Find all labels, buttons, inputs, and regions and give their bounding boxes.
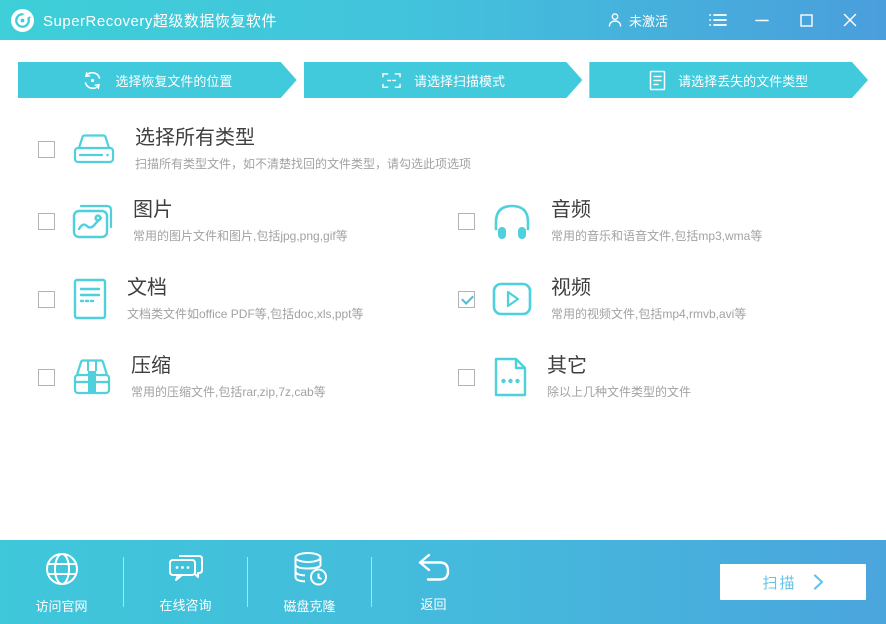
checkbox-document[interactable] [38,290,55,308]
step-label: 选择恢复文件的位置 [115,73,233,89]
file-type-card-archive[interactable]: 压缩 常用的压缩文件,包括rar,zip,7z,cab等 [38,354,458,400]
document-step-icon [649,70,666,91]
image-icon [69,199,117,243]
disk-clone-icon [294,552,327,586]
file-type-card-image[interactable]: 图片 常用的图片文件和图片,包括jpg,png,gif等 [38,198,458,244]
app-window: SuperRecovery超级数据恢复软件 未激活 选择恢复文件的位置 请选择扫… [0,0,886,624]
activation-status[interactable]: 未激活 [607,11,668,30]
file-type-desc: 文档类文件如office PDF等,包括doc,xls,ppt等 [127,307,364,321]
activation-label: 未激活 [628,13,668,29]
file-type-card-all[interactable]: 选择所有类型 扫描所有类型文件，如不清楚找回的文件类型，请勾选此项选项 [38,126,886,172]
user-icon [608,13,622,27]
file-type-title: 选择所有类型 [135,127,255,149]
checkbox-image[interactable] [38,212,55,230]
file-type-card-document[interactable]: 文档 文档类文件如office PDF等,包括doc,xls,ppt等 [38,276,458,322]
scan-button[interactable]: 扫描 [720,564,866,600]
file-type-desc: 常用的压缩文件,包括rar,zip,7z,cab等 [131,385,326,399]
file-type-desc: 扫描所有类型文件，如不清楚找回的文件类型，请勾选此项选项 [135,157,472,171]
minimize-button[interactable] [740,0,784,40]
minimize-icon [755,19,769,22]
step-label: 请选择丢失的文件类型 [678,73,809,89]
file-type-desc: 除以上几种文件类型的文件 [547,385,692,399]
step-scan-mode[interactable]: 请选择扫描模式 [304,62,583,98]
step-file-types[interactable]: 请选择丢失的文件类型 [589,62,868,98]
document-icon [69,276,111,322]
file-type-card-other[interactable]: 其它 除以上几种文件类型的文件 [458,354,886,400]
file-type-title: 其它 [547,355,587,377]
menu-button[interactable] [696,0,740,40]
disk-clone-button[interactable]: 磁盘克隆 [248,540,371,624]
app-logo-icon [10,8,35,32]
footer-item-label: 返回 [420,597,447,612]
headphones-icon [489,199,535,243]
close-button[interactable] [828,0,872,40]
close-icon [843,13,857,27]
file-type-title: 音频 [551,199,591,221]
step-wizard: 选择恢复文件的位置 请选择扫描模式 请选择丢失的文件类型 [18,62,868,98]
recovery-icon [82,70,103,91]
file-type-title: 压缩 [131,355,171,377]
list-menu-icon [709,14,727,26]
checkbox-audio[interactable] [458,212,475,230]
footer-item-label: 访问官网 [35,599,88,614]
file-type-grid: 图片 常用的图片文件和图片,包括jpg,png,gif等 音频 常用的音乐和语音… [38,198,886,400]
maximize-icon [799,13,813,27]
titlebar: SuperRecovery超级数据恢复软件 未激活 [0,0,886,40]
step-label: 请选择扫描模式 [414,73,506,89]
checkbox-other[interactable] [458,368,475,386]
file-type-desc: 常用的图片文件和图片,包括jpg,png,gif等 [133,229,348,243]
checkbox-all-types[interactable] [38,140,55,158]
checkbox-archive[interactable] [38,368,55,386]
file-type-title: 视频 [551,277,591,299]
file-type-desc: 常用的音乐和语音文件,包括mp3,wma等 [551,229,763,243]
scan-button-label: 扫描 [762,574,797,592]
chat-icon [168,555,203,581]
file-type-card-video[interactable]: 视频 常用的视频文件,包括mp4,rmvb,avi等 [458,276,886,322]
app-title: SuperRecovery超级数据恢复软件 [43,12,277,30]
play-icon [489,279,535,319]
back-arrow-icon [418,553,449,581]
checkbox-video[interactable] [458,290,475,308]
file-other-icon [489,354,531,400]
scan-mode-icon [381,71,402,90]
file-type-title: 文档 [127,277,167,299]
archive-icon [69,355,115,399]
visit-website-button[interactable]: 访问官网 [0,540,123,624]
step-select-location[interactable]: 选择恢复文件的位置 [18,62,297,98]
online-support-button[interactable]: 在线咨询 [124,540,247,624]
file-type-card-audio[interactable]: 音频 常用的音乐和语音文件,包括mp3,wma等 [458,198,886,244]
footer-item-label: 在线咨询 [159,598,212,613]
file-type-desc: 常用的视频文件,包括mp4,rmvb,avi等 [551,307,747,321]
file-type-title: 图片 [133,199,173,221]
footer-item-label: 磁盘克隆 [283,599,336,614]
maximize-button[interactable] [784,0,828,40]
footer-toolbar: 访问官网 在线咨询 磁盘克隆 返回 扫描 [0,540,886,624]
globe-icon [45,553,78,585]
back-button[interactable]: 返回 [372,540,495,624]
file-type-panel: 选择所有类型 扫描所有类型文件，如不清楚找回的文件类型，请勾选此项选项 图片 常… [0,98,886,540]
chevron-right-icon [813,574,823,590]
drive-icon [69,128,119,170]
